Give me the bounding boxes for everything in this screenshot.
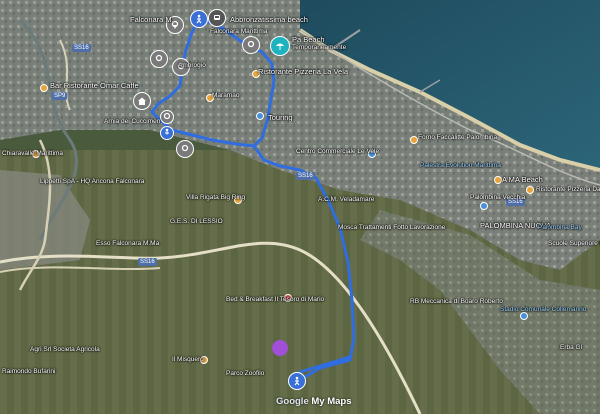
building-icon[interactable] [256,112,264,120]
place-label: Abbronzatissima beach [230,15,308,24]
place-label: Arnia dei Cuccimen [104,118,161,125]
place-label: Esso Falconara M.Ma [96,240,160,247]
place-label: Stadio Comunale Collemarino [500,306,587,313]
place-label: Bar Ristorante Omar Caffe [50,81,139,90]
location-pin-icon[interactable] [150,50,168,68]
place-label: Temporaneamente [292,44,347,51]
place-label: Palombina Vecchia [470,194,526,201]
place-label: Falconara M. [130,15,174,24]
beach-umbrella-icon[interactable] [270,36,290,56]
road-shield: SS16 [296,172,315,180]
walking-person-icon[interactable] [160,126,174,140]
place-label: Ristorante Pizzeria La Vela [258,67,349,76]
place-label: Il Misquero [172,356,204,363]
place-label: Pa Beach [292,35,325,44]
destination-marker[interactable] [272,340,288,356]
place-label: RB Meccanica di Boaro Roberto [410,298,503,305]
bus-icon[interactable] [208,9,226,27]
place-label: Villa Rigata Big Ring [186,194,246,201]
place-label: Ambrogio [178,62,206,69]
place-label: Raimondo Bufarini [2,368,56,375]
place-label: Lippetti SpA - HQ Ancona Falconara [40,178,145,185]
place-label: Palestra Evolution Marittima [420,162,501,169]
building-icon[interactable] [480,202,488,210]
watermark-brand: Google [276,396,309,407]
location-pin-icon[interactable] [176,140,194,158]
restaurant-icon[interactable] [410,136,418,144]
restaurant-icon[interactable] [526,186,534,194]
place-label: Ristorante Pizzeria Da Romano [536,186,600,193]
restaurant-icon[interactable] [494,176,502,184]
place-label: Agri Srl Societa Agricola [30,346,100,353]
place-label: A MA Beach [502,175,543,184]
place-label: Erba Gl [560,344,583,351]
place-label: Palombina Bay [538,224,582,231]
google-my-maps-watermark: Google My Maps [276,396,352,407]
walking-person-icon[interactable] [190,10,208,28]
location-pin-icon[interactable] [160,110,174,124]
restaurant-icon[interactable] [40,84,48,92]
place-label: Chiaravalle Marittima [2,150,64,157]
walking-person-icon[interactable] [288,372,306,390]
place-label: Forno Faccalitte Palombina [418,134,498,141]
place-label: Scuole Superiore Collemarino [548,240,600,247]
place-label: Falconara Marittima [210,28,268,35]
location-pin-icon[interactable] [242,36,260,54]
map-canvas[interactable]: SS16 SS16 SS16 SS16 SP9 Falconara M. Abb… [0,0,600,414]
place-label: Centro Commerciale Le Vele [296,148,380,155]
place-label: Touring [268,113,293,122]
home-icon[interactable] [133,92,151,110]
place-label: G.E.S. DI LESSIO [170,218,223,225]
place-label: Bed & Breakfast Il Tesoro di Mario [226,296,325,303]
road-shield: SS16 [138,258,157,266]
place-label: Mosca Trattamenti Fotto Lavorazione [338,224,446,231]
place-label: A.C.M. Veladamare [318,196,375,203]
watermark-product: My Maps [311,396,352,407]
place-label: Maramao [212,92,240,99]
road-shield: SP9 [52,92,68,100]
place-label: Parco Zoofilo [226,370,265,377]
road-shield: SS16 [72,44,91,52]
